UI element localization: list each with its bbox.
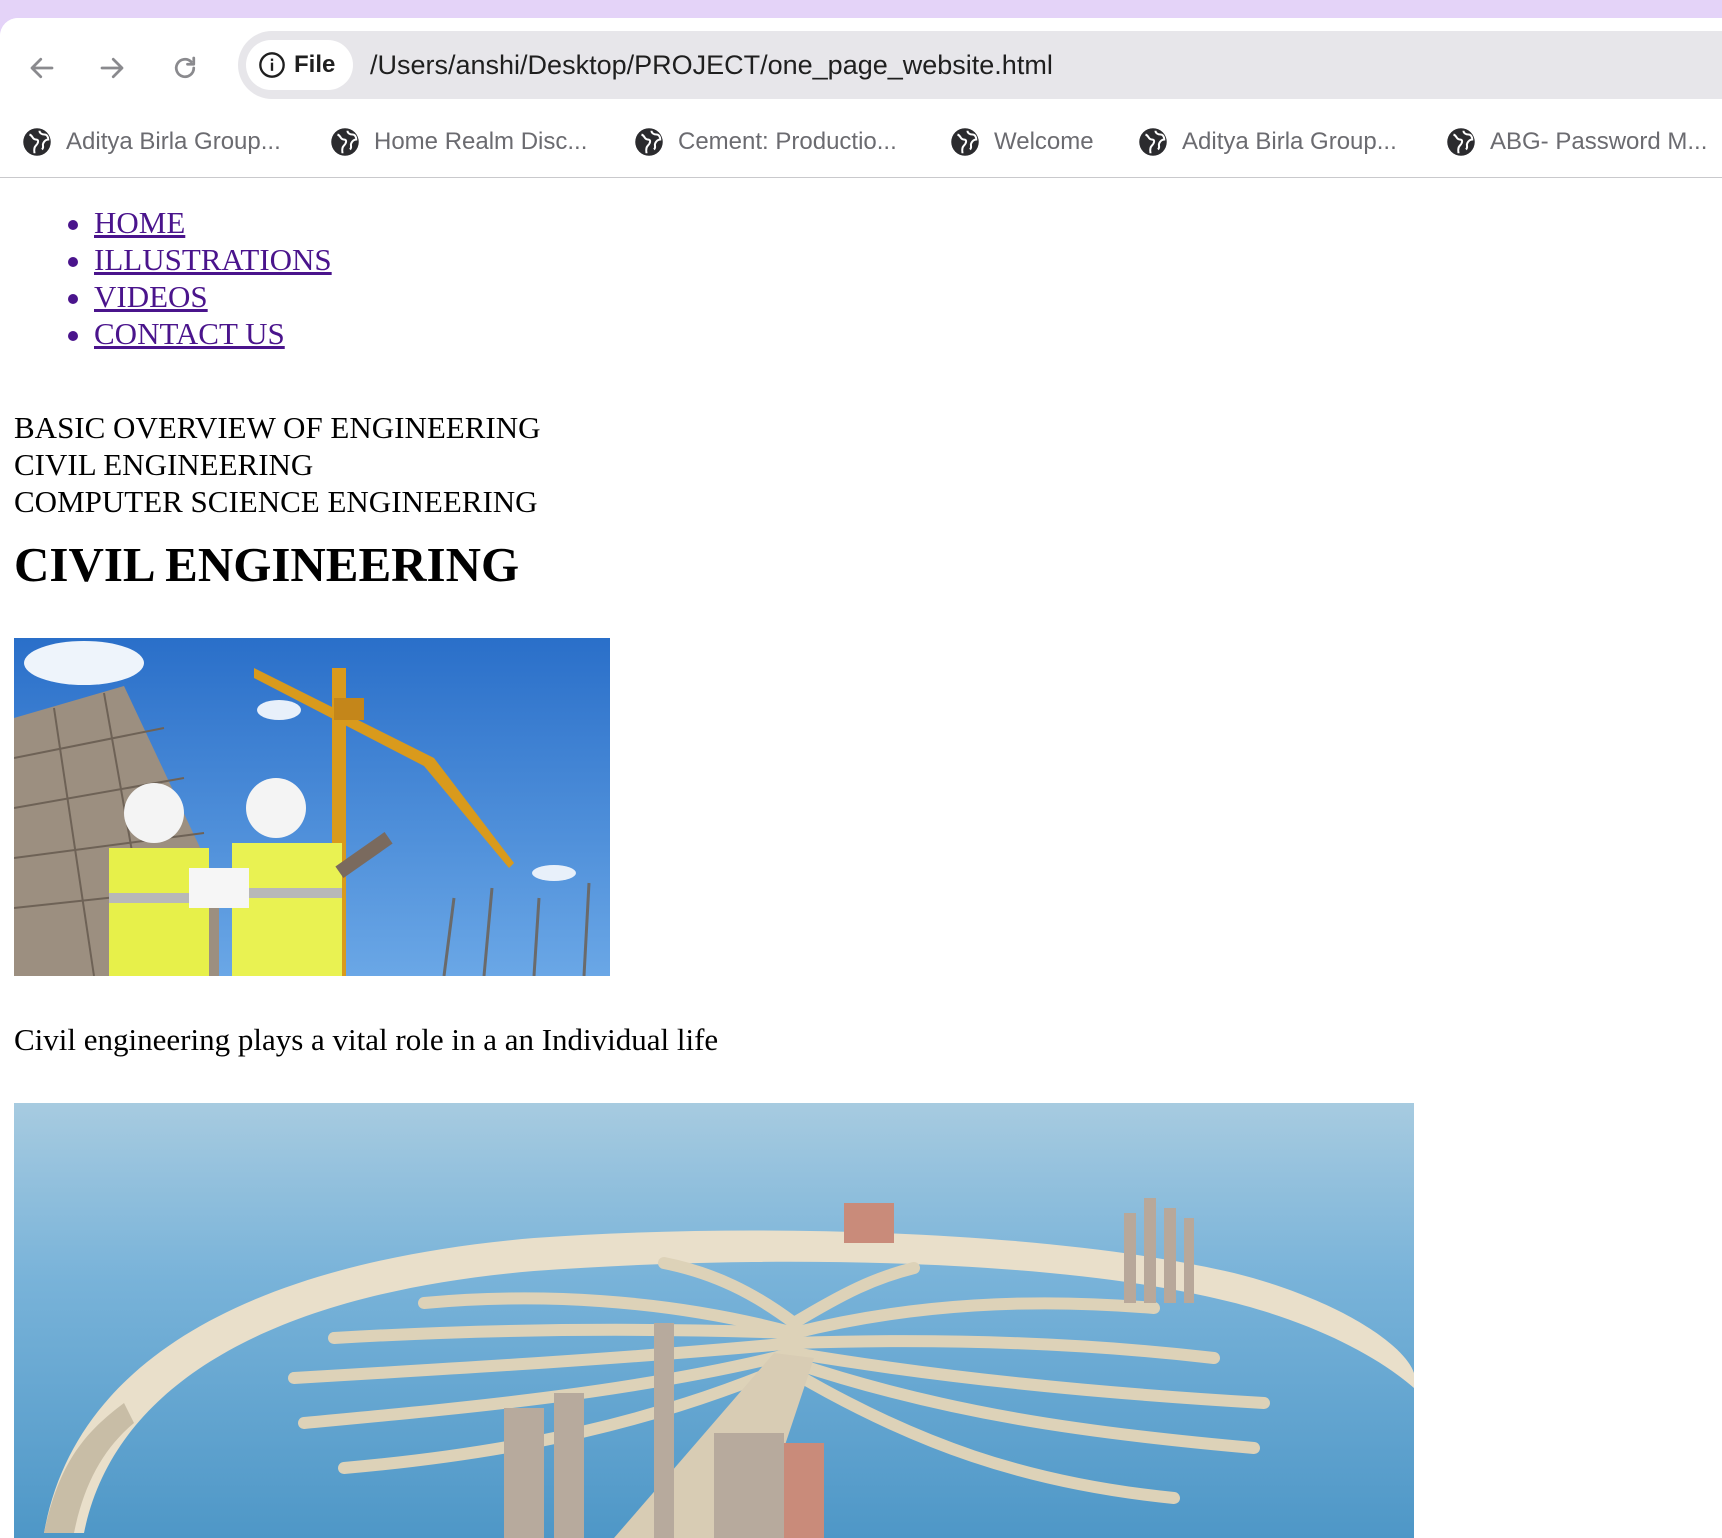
bookmark-item[interactable]: ABG- Password M... bbox=[1446, 122, 1707, 162]
bookmarks-bar: Aditya Birla Group... Home Realm Disc...… bbox=[0, 110, 1722, 178]
bookmark-label: Aditya Birla Group... bbox=[66, 128, 281, 155]
back-button[interactable] bbox=[20, 46, 64, 90]
nav-item-home: HOME bbox=[62, 204, 332, 241]
arrow-left-icon bbox=[30, 57, 54, 79]
globe-icon bbox=[951, 128, 979, 156]
site-chip-label: File bbox=[294, 51, 336, 78]
bookmark-item[interactable]: Home Realm Disc... bbox=[330, 122, 587, 162]
globe-icon bbox=[331, 128, 359, 156]
bookmark-label: Welcome bbox=[994, 128, 1094, 155]
reload-button[interactable] bbox=[163, 46, 207, 90]
nav-link-illustrations[interactable]: ILLUSTRATIONS bbox=[94, 242, 332, 277]
web-page-content: HOME ILLUSTRATIONS VIDEOS CONTACT US BAS… bbox=[0, 178, 1722, 1538]
site-info-chip[interactable]: File bbox=[246, 40, 354, 90]
info-icon bbox=[259, 52, 285, 78]
bookmark-item[interactable]: Aditya Birla Group... bbox=[1138, 122, 1397, 162]
browser-toolbar: File /Users/anshi/Desktop/PROJECT/one_pa… bbox=[0, 18, 1722, 110]
bookmark-label: ABG- Password M... bbox=[1490, 128, 1708, 155]
url-text[interactable]: /Users/anshi/Desktop/PROJECT/one_page_we… bbox=[370, 31, 1053, 99]
nav-item-contact-us: CONTACT US bbox=[62, 315, 332, 352]
bookmark-item[interactable]: Aditya Birla Group... bbox=[22, 122, 281, 162]
site-nav: HOME ILLUSTRATIONS VIDEOS CONTACT US bbox=[62, 204, 332, 352]
browser-window: File /Users/anshi/Desktop/PROJECT/one_pa… bbox=[0, 18, 1722, 1538]
bookmark-label: Aditya Birla Group... bbox=[1182, 128, 1397, 155]
reload-icon bbox=[174, 56, 196, 79]
forward-button[interactable] bbox=[90, 46, 134, 90]
globe-icon bbox=[1447, 128, 1475, 156]
nav-link-videos[interactable]: VIDEOS bbox=[94, 279, 208, 314]
nav-item-illustrations: ILLUSTRATIONS bbox=[62, 241, 332, 278]
page-heading: CIVIL ENGINEERING bbox=[14, 537, 520, 592]
nav-link-home[interactable]: HOME bbox=[94, 205, 185, 240]
globe-icon bbox=[635, 128, 663, 156]
construction-photo bbox=[14, 638, 610, 976]
nav-link-contact-us[interactable]: CONTACT US bbox=[94, 316, 285, 351]
section-label-computer-science: COMPUTER SCIENCE ENGINEERING bbox=[14, 484, 538, 519]
palm-island-aerial-photo bbox=[14, 1103, 1414, 1538]
nav-item-videos: VIDEOS bbox=[62, 278, 332, 315]
address-bar[interactable]: File /Users/anshi/Desktop/PROJECT/one_pa… bbox=[238, 31, 1722, 99]
arrow-right-icon bbox=[100, 57, 124, 79]
caption-text: Civil engineering plays a vital role in … bbox=[14, 1022, 719, 1057]
bookmark-item[interactable]: Cement: Productio... bbox=[634, 122, 897, 162]
bookmark-label: Cement: Productio... bbox=[678, 128, 897, 155]
section-label-civil: CIVIL ENGINEERING bbox=[14, 447, 314, 482]
globe-icon bbox=[23, 128, 51, 156]
section-label-basic-overview: BASIC OVERVIEW OF ENGINEERING bbox=[14, 410, 541, 445]
globe-icon bbox=[1139, 128, 1167, 156]
bookmark-label: Home Realm Disc... bbox=[374, 128, 588, 155]
bookmark-item[interactable]: Welcome bbox=[950, 122, 1094, 162]
